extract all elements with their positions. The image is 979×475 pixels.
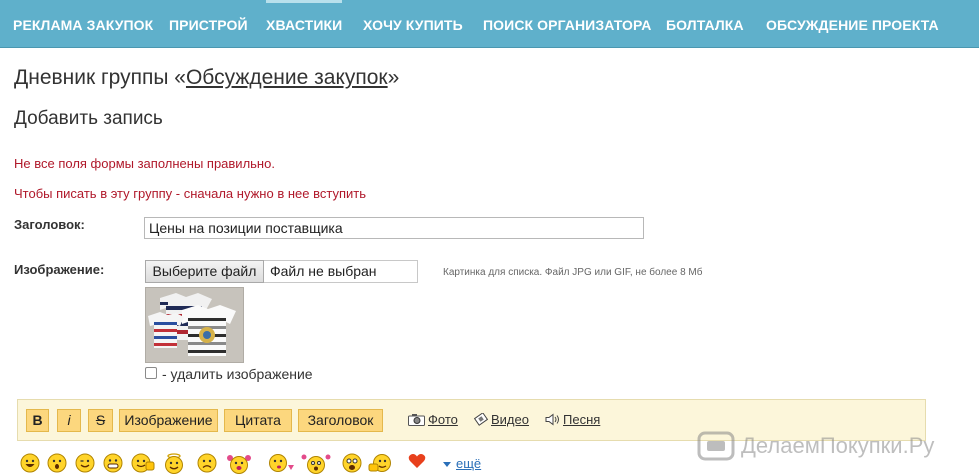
top-nav: РЕКЛАМА ЗАКУПОК ПРИСТРОЙ ХВАСТИКИ ХОЧУ К… xyxy=(0,0,979,48)
smiley-girl-icon[interactable] xyxy=(226,453,252,475)
error-form-invalid: Не все поля формы заполнены правильно. xyxy=(14,156,275,171)
watermark-text: ДелаемПокупки.Ру xyxy=(741,433,935,458)
strike-button[interactable]: S xyxy=(88,409,113,432)
smiley-hand-icon[interactable] xyxy=(368,453,392,473)
smiley-angel-icon[interactable] xyxy=(164,453,184,475)
smiley-kiss-icon[interactable] xyxy=(268,453,296,473)
watermark-logo-icon xyxy=(697,431,735,461)
heart-icon[interactable] xyxy=(408,453,426,469)
shirts-image xyxy=(146,288,243,362)
smiley-laugh-icon[interactable] xyxy=(20,453,40,473)
speaker-icon xyxy=(545,413,559,426)
photo-link-label: Фото xyxy=(428,412,458,427)
file-status-text: Файл не выбран xyxy=(264,260,418,283)
chevron-down-icon xyxy=(443,462,451,467)
nav-item-poisk-organizatora[interactable]: ПОИСК ОРГАНИЗАТОРА xyxy=(483,0,651,48)
smiley-surprised-icon[interactable] xyxy=(47,453,67,473)
page-subtitle: Добавить запись xyxy=(14,108,163,129)
image-hint: Картинка для списка. Файл JPG или GIF, н… xyxy=(443,267,703,278)
site-watermark: ДелаемПокупки.Ру xyxy=(697,430,934,464)
page-title-prefix: Дневник группы « xyxy=(14,66,186,89)
heading-button[interactable]: Заголовок xyxy=(298,409,383,432)
image-thumbnail xyxy=(145,287,244,363)
image-button[interactable]: Изображение xyxy=(119,409,218,432)
error-must-join: Чтобы писать в эту группу - сначала нужн… xyxy=(14,186,366,201)
camera-icon xyxy=(408,414,425,426)
nav-item-pristroy[interactable]: ПРИСТРОЙ xyxy=(169,0,248,48)
smiley-wink-icon[interactable] xyxy=(75,453,95,473)
nav-item-reklama[interactable]: РЕКЛАМА ЗАКУПОК xyxy=(13,0,153,48)
page-title-suffix: » xyxy=(387,66,400,89)
smiley-shocked-icon[interactable] xyxy=(300,453,332,475)
italic-button[interactable]: i xyxy=(57,409,81,432)
video-link[interactable]: Видео xyxy=(474,412,529,427)
choose-file-button[interactable]: Выберите файл xyxy=(145,260,264,283)
title-label: Заголовок: xyxy=(14,217,85,232)
video-link-label: Видео xyxy=(491,412,529,427)
nav-item-khochu-kupit[interactable]: ХОЧУ КУПИТЬ xyxy=(363,0,463,48)
quote-button[interactable]: Цитата xyxy=(224,409,292,432)
delete-image-label: - удалить изображение xyxy=(162,366,313,382)
delete-image-checkbox[interactable] xyxy=(145,367,157,379)
photo-link[interactable]: Фото xyxy=(408,412,458,427)
image-label: Изображение: xyxy=(14,262,105,277)
smiley-scared-icon[interactable] xyxy=(341,453,363,473)
nav-item-khvastiki[interactable]: ХВАСТИКИ xyxy=(266,0,343,48)
page-title: Дневник группы «Обсуждение закупок» xyxy=(14,66,399,90)
group-link[interactable]: Обсуждение закупок xyxy=(186,66,388,89)
nav-item-obsuzhdenie-proekta[interactable]: ОБСУЖДЕНИЕ ПРОЕКТА xyxy=(766,0,939,48)
title-input[interactable] xyxy=(144,217,644,239)
song-link-label: Песня xyxy=(563,412,601,427)
bold-button[interactable]: B xyxy=(26,409,49,432)
smiley-grin-icon[interactable] xyxy=(103,453,123,473)
more-smileys-link[interactable]: ещё xyxy=(456,456,481,471)
video-icon xyxy=(474,413,488,426)
smiley-sad-icon[interactable] xyxy=(197,453,217,473)
nav-item-boltalka[interactable]: БОЛТАЛКА xyxy=(666,0,744,48)
song-link[interactable]: Песня xyxy=(545,412,600,427)
smiley-thumbs-icon[interactable] xyxy=(131,453,155,473)
